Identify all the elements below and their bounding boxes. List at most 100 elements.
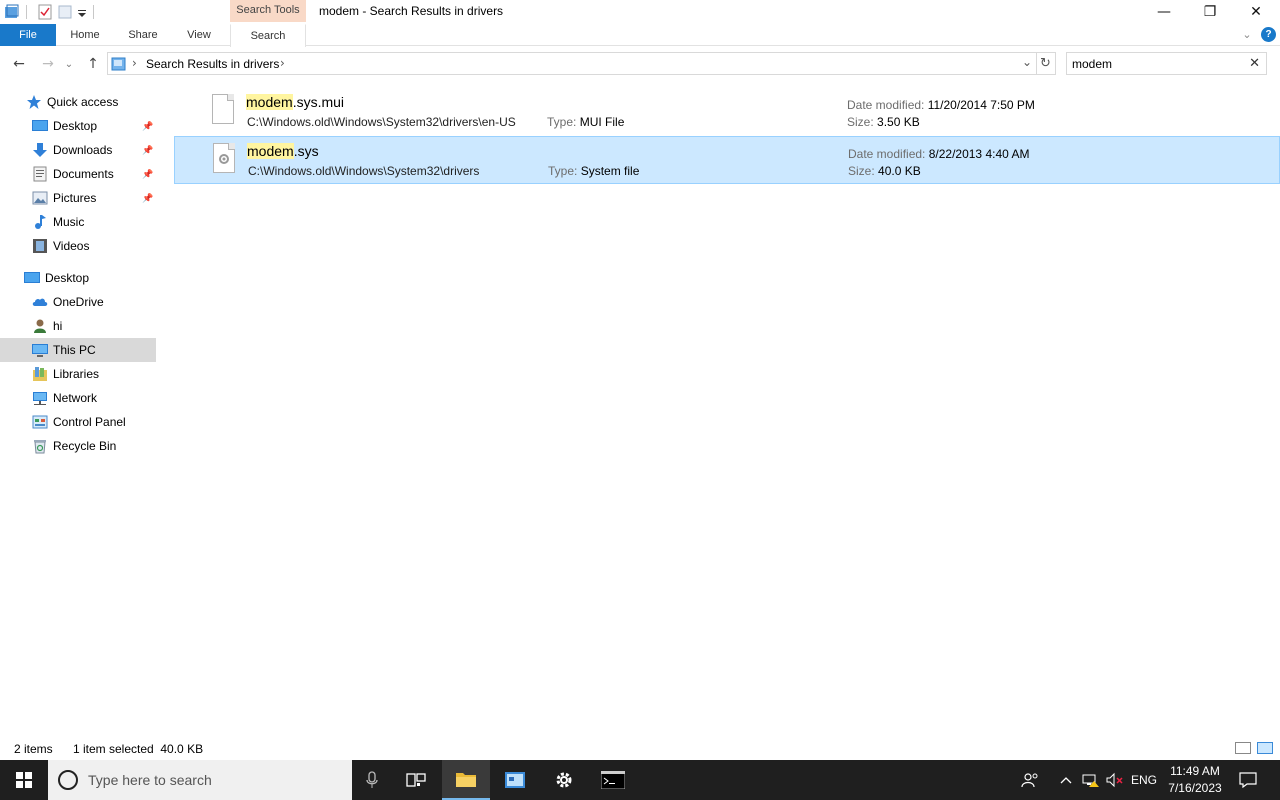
size-label: Size: <box>847 115 874 129</box>
gear-icon <box>556 772 572 788</box>
sidebar-item-onedrive[interactable]: OneDrive <box>0 290 156 314</box>
details-view-icon[interactable] <box>1235 742 1251 754</box>
type-label: Type: <box>548 164 578 178</box>
sidebar-item-recycle-bin[interactable]: Recycle Bin <box>0 434 156 458</box>
videos-icon <box>32 238 48 254</box>
up-button[interactable]: ↑ <box>83 54 103 74</box>
address-bar[interactable]: › Search Results in drivers › ⌄ <box>107 52 1037 75</box>
pin-icon: 📌 <box>142 192 154 203</box>
customize-toolbar-icon[interactable] <box>77 4 87 20</box>
task-view-button[interactable] <box>392 760 440 800</box>
sidebar-item-label: Music <box>53 215 85 229</box>
folder-icon <box>456 773 476 787</box>
minimize-button[interactable]: — <box>1141 0 1187 24</box>
network-tray-icon[interactable] <box>1080 760 1102 800</box>
back-button[interactable]: ← <box>9 54 29 74</box>
chevron-down-icon: ⌄ <box>64 58 74 70</box>
sidebar-item-pictures[interactable]: Pictures 📌 <box>0 186 156 210</box>
search-input[interactable] <box>1072 56 1242 72</box>
volume-muted-icon[interactable] <box>1104 760 1126 800</box>
settings-taskbar-button[interactable] <box>540 760 588 800</box>
arrow-up-icon: ↑ <box>87 56 99 72</box>
toolbar-divider <box>26 5 27 19</box>
clear-search-icon[interactable]: ✕ <box>1249 56 1260 71</box>
folder-app-icon[interactable] <box>4 4 20 20</box>
forward-button[interactable]: → <box>38 54 58 74</box>
sidebar-item-quick-access[interactable]: Quick access <box>0 90 156 114</box>
large-icons-view-icon[interactable] <box>1257 742 1273 754</box>
sidebar-item-libraries[interactable]: Libraries <box>0 362 156 386</box>
microphone-icon <box>366 771 378 788</box>
tab-share[interactable]: Share <box>118 24 168 46</box>
new-folder-icon[interactable] <box>57 4 73 20</box>
sidebar-item-documents[interactable]: Documents 📌 <box>0 162 156 186</box>
microphone-button[interactable] <box>348 760 396 800</box>
people-icon[interactable] <box>1018 760 1042 800</box>
recent-locations-button[interactable]: ⌄ <box>62 54 76 74</box>
file-explorer-taskbar-button[interactable] <box>442 760 490 800</box>
sidebar-item-user[interactable]: hi <box>0 314 156 338</box>
toolbar-divider <box>93 5 94 19</box>
sidebar-item-label: Libraries <box>53 367 100 381</box>
sidebar-item-music[interactable]: Music <box>0 210 156 234</box>
help-icon[interactable]: ? <box>1261 27 1276 42</box>
refresh-button[interactable]: ↻ <box>1036 52 1056 75</box>
sidebar-item-label: Quick access <box>47 95 119 109</box>
sidebar-item-desktop[interactable]: Desktop <box>0 266 156 290</box>
task-view-icon <box>406 773 426 787</box>
address-dropdown-icon[interactable]: ⌄ <box>1022 55 1032 69</box>
language-indicator[interactable]: ENG <box>1128 760 1160 800</box>
pin-icon: 📌 <box>142 168 154 179</box>
sidebar-item-label: Documents <box>53 167 114 181</box>
sidebar-item-desktop-pinned[interactable]: Desktop 📌 <box>0 114 156 138</box>
sidebar-item-label: Desktop <box>45 271 90 285</box>
maximize-button[interactable]: ❐ <box>1187 0 1233 24</box>
list-item[interactable]: modem.sys.mui C:\Windows.old\Windows\Sys… <box>174 88 1280 136</box>
sidebar-item-this-pc[interactable]: This PC <box>0 338 156 362</box>
navigation-pane: Quick access Desktop 📌 Downloads 📌 Docum… <box>0 88 156 738</box>
search-box[interactable]: ✕ <box>1066 52 1267 75</box>
status-bar: 2 items 1 item selected 40.0 KB <box>0 738 1280 760</box>
taskbar-search[interactable] <box>48 760 352 800</box>
command-prompt-taskbar-button[interactable] <box>589 760 637 800</box>
file-size: Size: 40.0 KB <box>848 164 921 178</box>
sidebar-item-label: Desktop <box>53 119 98 133</box>
start-button[interactable] <box>0 760 48 800</box>
tab-search[interactable]: Search <box>230 24 306 47</box>
computer-icon <box>32 342 48 358</box>
file-name: modem.sys <box>247 143 319 159</box>
file-path: C:\Windows.old\Windows\System32\drivers <box>248 164 480 178</box>
breadcrumb-search-results[interactable]: Search Results in drivers <box>146 57 279 71</box>
minimize-icon: — <box>1157 4 1171 20</box>
action-center-icon[interactable] <box>1234 760 1262 800</box>
file-extension: .sys.mui <box>292 94 345 110</box>
breadcrumb-chevron[interactable]: › <box>280 56 285 70</box>
control-panel-taskbar-button[interactable] <box>491 760 539 800</box>
file-type: Type: System file <box>548 164 639 178</box>
sidebar-item-downloads[interactable]: Downloads 📌 <box>0 138 156 162</box>
list-item[interactable]: modem.sys C:\Windows.old\Windows\System3… <box>174 136 1280 184</box>
sidebar-item-network[interactable]: Network <box>0 386 156 410</box>
navigation-bar: ← → ⌄ ↑ › Search Results in drivers › ⌄ … <box>0 50 1280 78</box>
sidebar-item-control-panel[interactable]: Control Panel <box>0 410 156 434</box>
pictures-icon <box>32 190 48 206</box>
tab-home[interactable]: Home <box>60 24 110 46</box>
control-panel-icon <box>32 414 48 430</box>
system-file-icon <box>213 143 235 173</box>
breadcrumb-separator[interactable]: › <box>132 56 137 70</box>
type-value: System file <box>580 164 640 178</box>
clock[interactable]: 11:49 AM 7/16/2023 <box>1160 763 1230 797</box>
title-bar: Search Tools modem - Search Results in d… <box>0 0 1280 24</box>
taskbar: ENG 11:49 AM 7/16/2023 <box>0 760 1280 800</box>
file-path: C:\Windows.old\Windows\System32\drivers\… <box>247 115 516 129</box>
properties-icon[interactable] <box>37 4 53 20</box>
tab-file[interactable]: File <box>0 24 56 46</box>
close-button[interactable]: ✕ <box>1233 0 1279 24</box>
clock-date: 7/16/2023 <box>1168 781 1222 795</box>
search-results-icon <box>111 56 127 72</box>
expand-ribbon-icon[interactable]: ⌄ <box>1238 24 1256 46</box>
taskbar-search-input[interactable] <box>88 771 338 789</box>
show-hidden-icons-icon[interactable] <box>1056 760 1076 800</box>
sidebar-item-videos[interactable]: Videos <box>0 234 156 258</box>
tab-view[interactable]: View <box>176 24 222 46</box>
